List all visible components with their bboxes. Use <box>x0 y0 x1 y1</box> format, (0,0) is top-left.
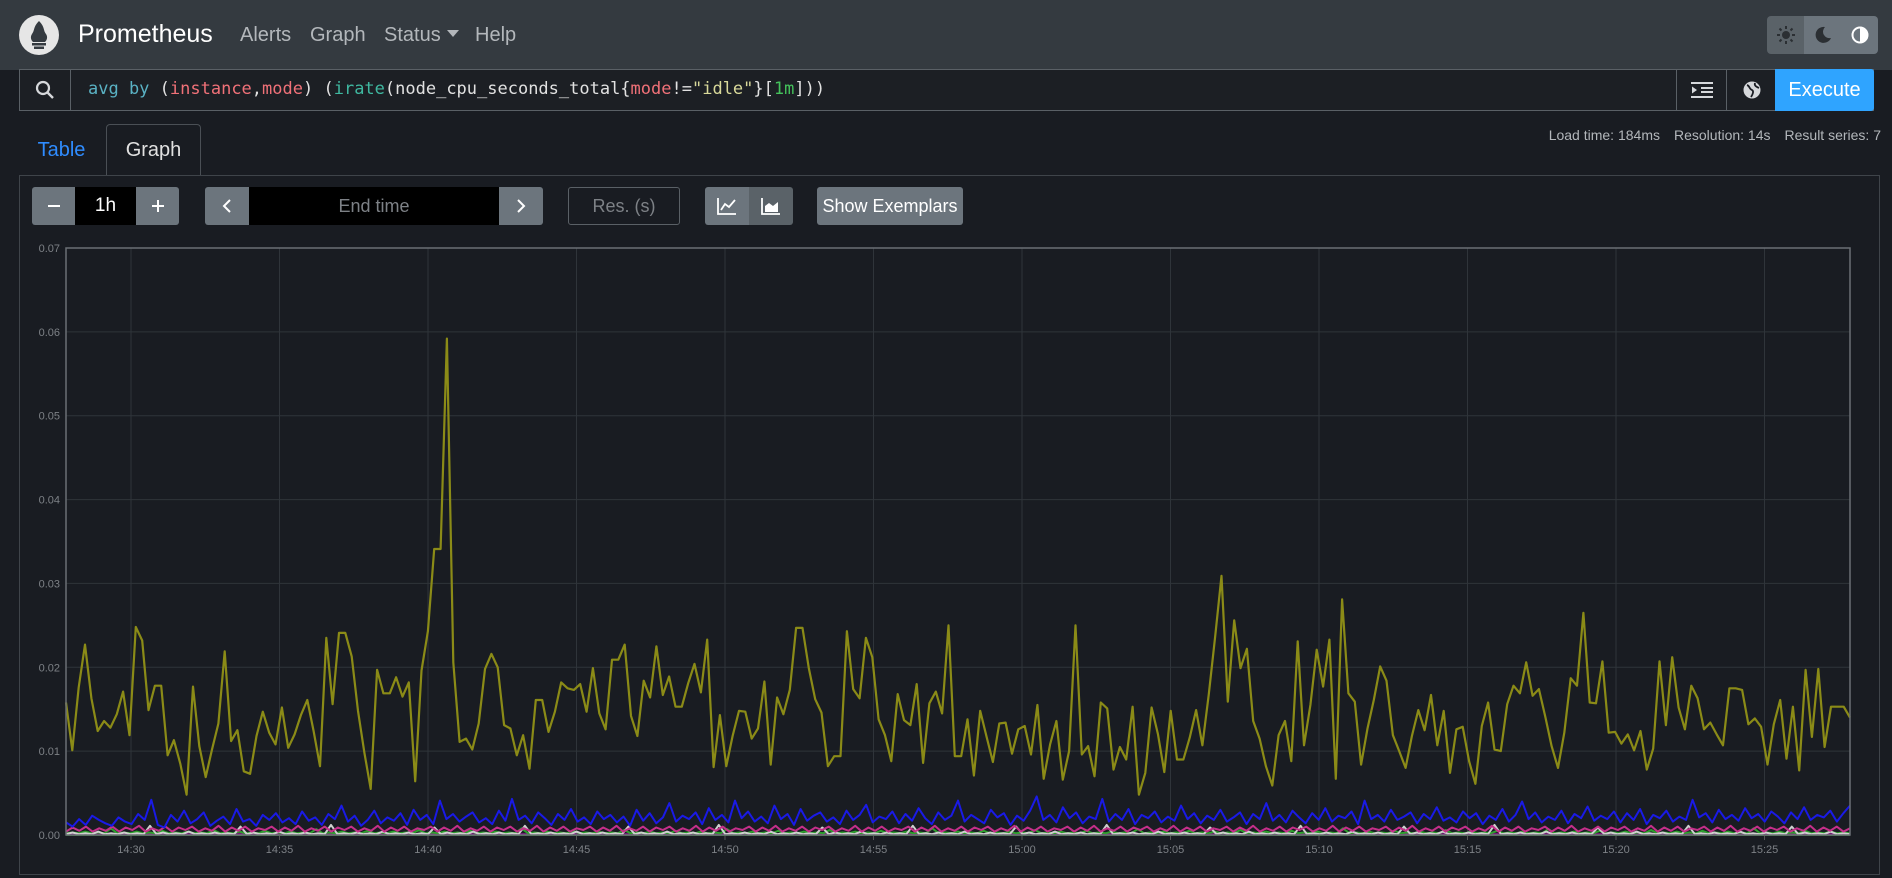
y-tick-label: 0.00 <box>39 830 60 842</box>
x-tick-label: 15:05 <box>1157 844 1185 856</box>
y-tick-label: 0.03 <box>39 578 60 590</box>
x-tick-label: 14:45 <box>563 844 591 856</box>
y-tick-label: 0.05 <box>39 411 60 423</box>
series-line-1[interactable] <box>65 795 1851 829</box>
y-tick-label: 0.01 <box>39 746 60 758</box>
x-tick-label: 14:30 <box>117 844 145 856</box>
series-line-0[interactable] <box>64 337 1851 796</box>
y-tick-label: 0.07 <box>39 243 60 255</box>
x-tick-label: 14:40 <box>414 844 442 856</box>
cpu-usage-chart: 0.07 0.06 0.05 0.04 0.03 0.02 0.01 0.00 14:30 14:… <box>39 243 1851 856</box>
x-tick-label: 14:50 <box>711 844 739 856</box>
x-tick-label: 15:20 <box>1602 844 1630 856</box>
y-tick-label: 0.02 <box>39 662 60 674</box>
x-tick-label: 15:25 <box>1751 844 1779 856</box>
x-tick-label: 14:35 <box>266 844 294 856</box>
x-tick-label: 15:00 <box>1008 844 1036 856</box>
x-tick-label: 15:15 <box>1454 844 1482 856</box>
x-tick-label: 15:10 <box>1305 844 1333 856</box>
x-tick-label: 14:55 <box>860 844 888 856</box>
y-tick-label: 0.04 <box>39 495 60 507</box>
y-tick-label: 0.06 <box>39 327 60 339</box>
